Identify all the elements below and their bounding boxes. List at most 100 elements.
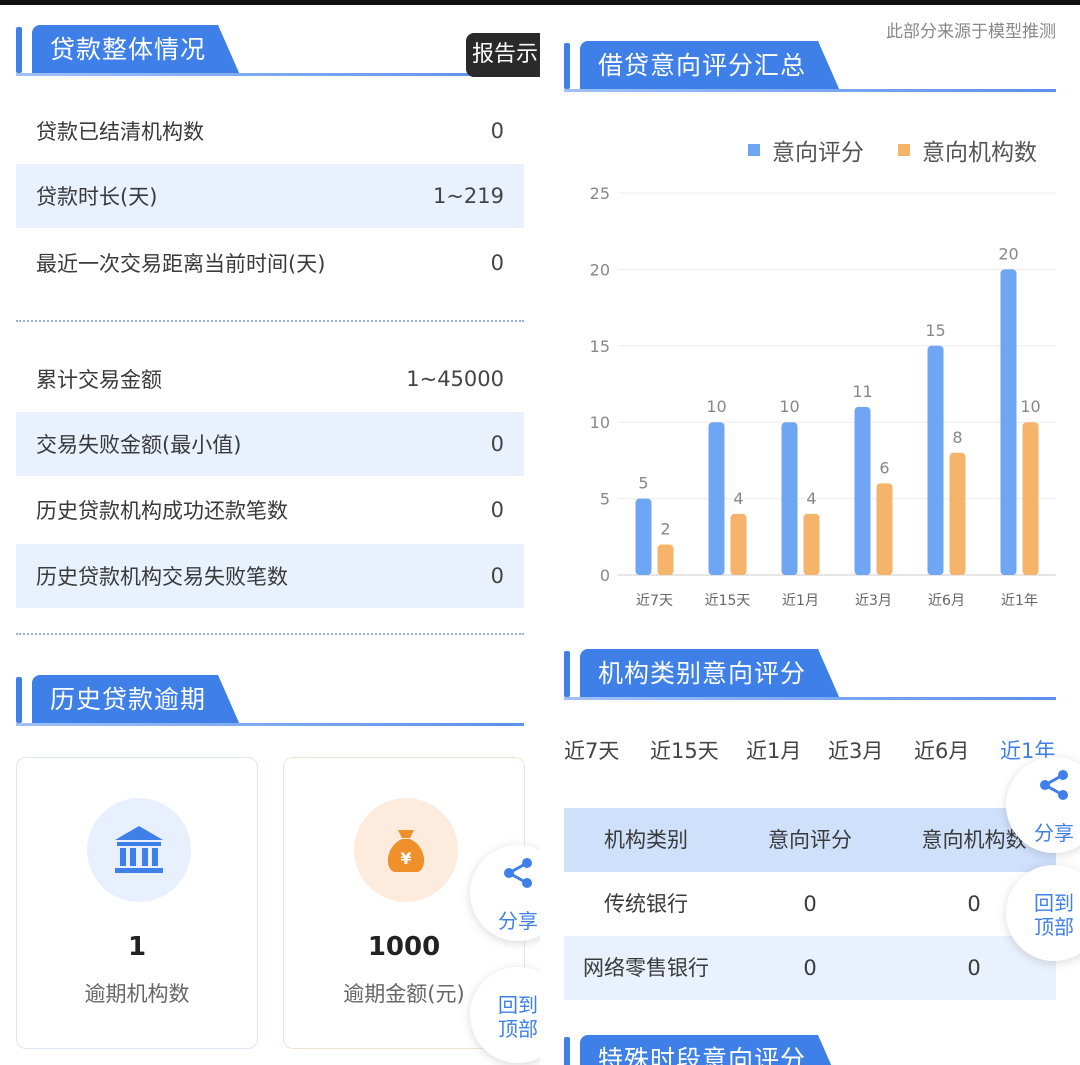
table-cell: 网络零售银行 [583, 956, 709, 980]
table-cell: 0 [803, 892, 817, 916]
section-title: 特殊时段意向评分 [580, 1035, 840, 1065]
money-bag-icon: ¥ [354, 798, 458, 902]
section-title: 借贷意向评分汇总 [580, 41, 840, 91]
y-tick-label: 15 [590, 337, 610, 356]
y-tick-label: 25 [590, 184, 610, 203]
bar [635, 498, 652, 575]
info-row: 贷款时长(天) 1~219 [16, 164, 524, 228]
divider [16, 320, 524, 322]
share-icon [504, 858, 532, 888]
row-label: 最近一次交易距离当前时间(天) [36, 252, 326, 276]
bar [781, 422, 798, 575]
data-label: 10 [706, 397, 726, 416]
tab-7d[interactable]: 近7天 [564, 735, 619, 765]
header-cell: 意向评分 [768, 828, 852, 852]
left-panel: 贷款整体情况 报告示 贷款已结清机构数 0 贷款时长(天) 1~219 最近一次… [0, 5, 540, 1065]
special-period-header: 特殊时段意向评分 [564, 1021, 1056, 1065]
data-label: 6 [879, 458, 889, 477]
table-cell: 0 [803, 956, 817, 980]
legend-swatch [748, 144, 760, 156]
row-label: 贷款已结清机构数 [36, 120, 204, 144]
tab-3m[interactable]: 近3月 [828, 735, 883, 765]
row-value: 0 [490, 432, 504, 456]
section-title: 历史贷款逾期 [32, 675, 240, 725]
row-value: 1~45000 [406, 367, 504, 391]
back-top-label: 顶部 [498, 1017, 538, 1041]
row-label: 贷款时长(天) [36, 185, 158, 209]
section-bar [16, 677, 22, 723]
intent-bar-chart: 0 5 10 15 20 25 5 2 近7天 10 4 近15天 10 4 近1月 11 6 近3月 15 8 近6月… [590, 184, 1056, 609]
table-header: 机构类别 意向评分 意向机构数 [564, 808, 1056, 872]
data-label: 4 [733, 489, 743, 508]
overdue-header: 历史贷款逾期 [16, 661, 524, 726]
period-tabs: 近7天 近15天 近1月 近3月 近6月 近1年 [564, 735, 1080, 775]
info-row: 累计交易金额 1~45000 [16, 347, 524, 411]
x-tick-label: 近3月 [855, 593, 892, 609]
row-label: 交易失败金额(最小值) [36, 433, 242, 457]
svg-text:¥: ¥ [400, 849, 411, 868]
row-label: 历史贷款机构成功还款笔数 [36, 499, 288, 523]
chart-legend: 意向评分 意向机构数 [748, 133, 1037, 167]
row-value: 0 [490, 564, 504, 588]
bar [730, 513, 747, 575]
divider [16, 633, 524, 635]
table-cell: 传统银行 [604, 892, 688, 916]
data-label: 11 [852, 382, 872, 401]
section-title: 机构类别意向评分 [580, 649, 840, 699]
section-bar [16, 27, 22, 73]
x-tick-label: 近1年 [1001, 593, 1038, 609]
x-tick-label: 近6月 [928, 593, 965, 609]
report-button[interactable]: 报告示 [466, 33, 540, 77]
table-row: 网络零售银行 0 0 [564, 936, 1056, 1000]
x-tick-label: 近7天 [636, 593, 673, 609]
bank-icon [87, 798, 191, 902]
info-row: 交易失败金额(最小值) 0 [16, 412, 524, 476]
tab-15d[interactable]: 近15天 [650, 735, 719, 765]
data-label: 2 [660, 519, 670, 538]
info-row: 最近一次交易距离当前时间(天) 0 [16, 231, 524, 295]
share-icon [1040, 770, 1068, 800]
y-tick-label: 5 [600, 490, 610, 509]
header-cell: 机构类别 [604, 828, 688, 852]
bar [1000, 269, 1017, 575]
tab-6m[interactable]: 近6月 [914, 735, 969, 765]
section-title: 贷款整体情况 [32, 25, 240, 75]
overdue-card-institutions: 1 逾期机构数 [16, 757, 258, 1049]
bar [1022, 422, 1039, 575]
bar [657, 544, 674, 575]
intent-summary-header: 借贷意向评分汇总 [564, 27, 1056, 92]
data-label: 15 [925, 321, 945, 340]
row-value: 0 [490, 498, 504, 522]
share-label: 分享 [1034, 821, 1074, 845]
section-bar [564, 43, 570, 89]
panel-gap [540, 5, 548, 1065]
overdue-count-label: 逾期机构数 [84, 982, 190, 1006]
table-row: 传统银行 0 0 [564, 872, 1056, 936]
x-tick-label: 近1月 [782, 593, 819, 609]
info-row: 历史贷款机构成功还款笔数 0 [16, 478, 524, 542]
overdue-amount-value: 1000 [367, 932, 441, 962]
info-row: 历史贷款机构交易失败笔数 0 [16, 544, 524, 608]
data-label: 8 [952, 428, 962, 447]
share-label: 分享 [498, 909, 538, 933]
legend-swatch [898, 144, 910, 156]
data-label: 4 [806, 489, 816, 508]
bar [854, 406, 871, 575]
row-value: 1~219 [432, 184, 504, 208]
row-value: 0 [490, 119, 504, 143]
y-tick-label: 20 [590, 260, 610, 279]
data-label: 20 [998, 244, 1018, 263]
y-tick-label: 0 [600, 566, 610, 585]
loan-overview-header: 贷款整体情况 [16, 11, 524, 76]
info-row: 贷款已结清机构数 0 [16, 99, 524, 163]
section-underline [564, 89, 1056, 92]
y-tick-label: 10 [590, 413, 610, 432]
section-underline [16, 723, 524, 726]
legend-label: 意向机构数 [922, 140, 1037, 166]
tab-1m[interactable]: 近1月 [746, 735, 801, 765]
bar [949, 452, 966, 575]
section-bar [564, 1037, 570, 1065]
bar [803, 513, 820, 575]
bar [876, 483, 893, 575]
row-value: 0 [490, 251, 504, 275]
